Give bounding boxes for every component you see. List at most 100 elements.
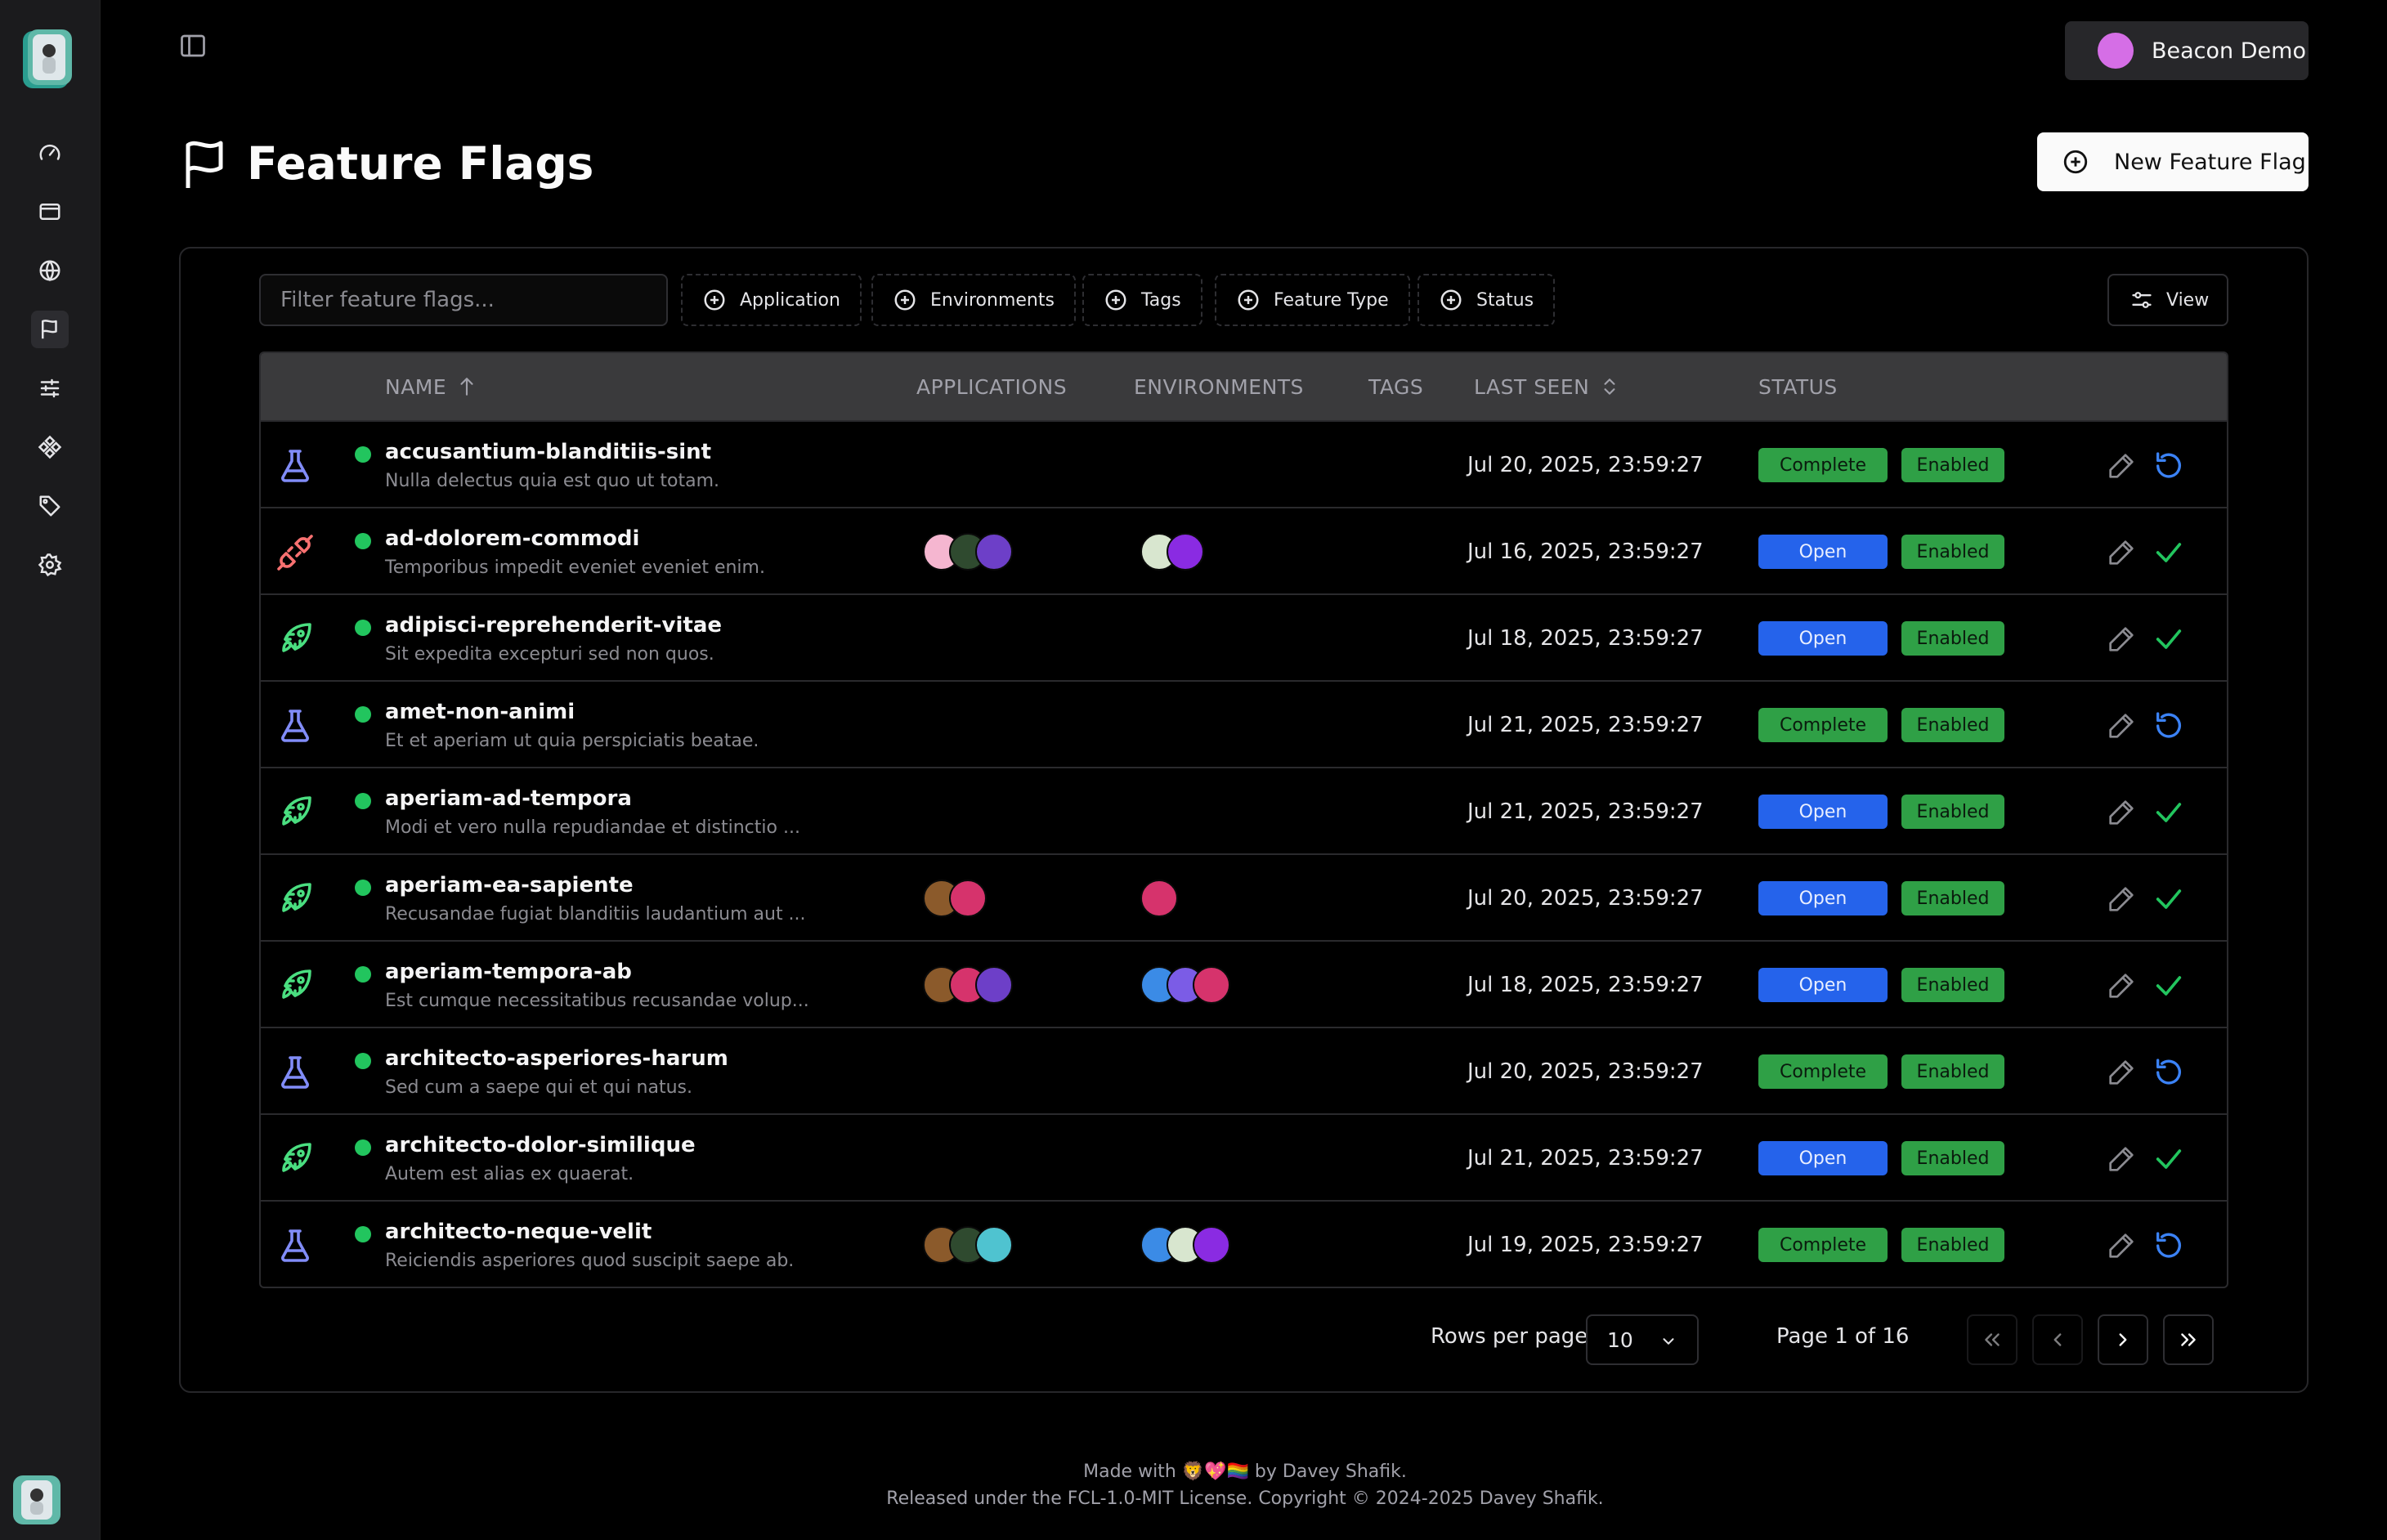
rocket-icon (282, 796, 311, 826)
flag-name[interactable]: aperiam-ea-sapiente (385, 873, 634, 898)
table-row[interactable]: aperiam-tempora-ab Est cumque necessitati… (261, 940, 2227, 1027)
flag-description: Et et aperiam ut quia perspiciatis beata… (385, 731, 759, 751)
check-icon[interactable] (2152, 883, 2185, 915)
application-avatar[interactable] (975, 533, 1013, 571)
nav-dashboard[interactable] (31, 134, 69, 172)
new-feature-flag-button[interactable]: New Feature Flag (2037, 132, 2309, 191)
check-icon[interactable] (2152, 1143, 2185, 1175)
filter-chip-feature-type[interactable]: Feature Type (1215, 274, 1410, 326)
flag-description: Modi et vero nulla repudiandae et distin… (385, 817, 800, 838)
check-icon[interactable] (2152, 969, 2185, 1002)
last-page-button[interactable] (2163, 1314, 2214, 1365)
nav-settings[interactable] (31, 546, 69, 584)
column-header-name[interactable]: NAME (385, 353, 476, 420)
flag-icon (186, 141, 223, 188)
rows-per-page-label: Rows per page (1431, 1324, 1588, 1349)
rotate-ccw-icon[interactable] (2152, 710, 2185, 742)
next-page-button[interactable] (2098, 1314, 2148, 1365)
first-page-button[interactable] (1967, 1314, 2018, 1365)
table-row[interactable]: architecto-neque-velit Reiciendis asperio… (261, 1200, 2227, 1287)
rows-per-page-select[interactable]: 10 (1586, 1314, 1699, 1365)
filter-chip-status[interactable]: Status (1417, 274, 1556, 326)
sidebar-toggle-button[interactable] (177, 29, 209, 62)
table-row[interactable]: aperiam-ad-tempora Modi et vero nulla rep… (261, 767, 2227, 853)
pencil-icon[interactable] (2105, 1143, 2138, 1175)
check-icon[interactable] (2152, 536, 2185, 569)
environment-avatar[interactable] (1140, 880, 1178, 917)
new-feature-flag-label: New Feature Flag (2114, 149, 2306, 175)
plus-circle-icon (1238, 289, 1259, 311)
nav-components[interactable] (31, 428, 69, 466)
app-logo[interactable] (21, 28, 75, 92)
enabled-badge: Enabled (1901, 708, 2004, 742)
last-seen: Jul 20, 2025, 23:59:27 (1467, 886, 1704, 911)
view-label: View (2166, 289, 2210, 311)
plus-circle-icon (894, 289, 916, 311)
pencil-icon[interactable] (2105, 969, 2138, 1002)
filter-chip-application[interactable]: Application (681, 274, 862, 326)
status-badge: Open (1758, 1141, 1888, 1175)
flag-name[interactable]: architecto-dolor-similique (385, 1133, 696, 1157)
application-avatar[interactable] (975, 966, 1013, 1004)
environment-avatar[interactable] (1193, 966, 1230, 1004)
status-badge: Open (1758, 621, 1888, 656)
pencil-icon[interactable] (2105, 796, 2138, 829)
flag-icon (42, 320, 57, 339)
nav-environments[interactable] (31, 252, 69, 289)
filter-chip-environments[interactable]: Environments (871, 274, 1076, 326)
environment-avatar[interactable] (1167, 533, 1204, 571)
flag-name[interactable]: ad-dolorem-commodi (385, 526, 639, 551)
nav-feature-flags[interactable] (31, 311, 69, 348)
table-row[interactable]: architecto-asperiores-harum Sed cum a sae… (261, 1027, 2227, 1113)
pencil-icon[interactable] (2105, 536, 2138, 569)
chevron-right-icon (2119, 1333, 2127, 1346)
active-indicator (355, 1139, 371, 1156)
active-indicator (355, 1053, 371, 1069)
rows-per-page-value: 10 (1607, 1327, 1633, 1352)
pencil-icon[interactable] (2105, 1056, 2138, 1089)
table-row[interactable]: ad-dolorem-commodi Temporibus impedit eve… (261, 507, 2227, 593)
enabled-badge: Enabled (1901, 795, 2004, 829)
flag-name[interactable]: aperiam-tempora-ab (385, 960, 632, 984)
table-row[interactable]: amet-non-animi Et et aperiam ut quia pers… (261, 680, 2227, 767)
table-row[interactable]: aperiam-ea-sapiente Recusandae fugiat bla… (261, 853, 2227, 940)
application-avatar[interactable] (949, 880, 987, 917)
column-header-last-seen[interactable]: LAST SEEN (1474, 353, 1619, 420)
environment-avatar[interactable] (1193, 1226, 1230, 1264)
flag-name[interactable]: architecto-neque-velit (385, 1220, 652, 1244)
previous-page-button[interactable] (2032, 1314, 2083, 1365)
check-icon[interactable] (2152, 623, 2185, 656)
last-seen: Jul 20, 2025, 23:59:27 (1467, 1059, 1704, 1084)
nav-applications[interactable] (31, 193, 69, 231)
nav-tags[interactable] (31, 487, 69, 525)
application-avatar[interactable] (975, 1226, 1013, 1264)
flag-description: Sed cum a saepe qui et qui natus. (385, 1077, 692, 1098)
table-row[interactable]: adipisci-reprehenderit-vitae Sit expedita… (261, 593, 2227, 680)
table-row[interactable]: accusantium-blanditiis-sint Nulla delectu… (261, 420, 2227, 507)
last-seen: Jul 18, 2025, 23:59:27 (1467, 626, 1704, 651)
flag-name[interactable]: aperiam-ad-tempora (385, 786, 632, 811)
filter-chip-tags[interactable]: Tags (1082, 274, 1202, 326)
rotate-ccw-icon[interactable] (2152, 1056, 2185, 1089)
nav-settings-sliders[interactable] (31, 369, 69, 407)
pencil-icon[interactable] (2105, 450, 2138, 482)
tag-icon (39, 495, 60, 517)
rotate-ccw-icon[interactable] (2152, 450, 2185, 482)
rotate-ccw-icon[interactable] (2152, 1229, 2185, 1262)
flag-name[interactable]: adipisci-reprehenderit-vitae (385, 613, 722, 638)
pencil-icon[interactable] (2105, 710, 2138, 742)
footer: Made with 🦁💖🏳️‍🌈 by Davey Shafik. Releas… (0, 1458, 2387, 1512)
pencil-icon[interactable] (2105, 883, 2138, 915)
filter-input[interactable] (259, 274, 668, 326)
active-indicator (355, 533, 371, 549)
pencil-icon[interactable] (2105, 623, 2138, 656)
account-switcher[interactable]: Beacon Demo (2065, 21, 2309, 80)
settings-sliders-icon (2132, 292, 2152, 308)
flag-name[interactable]: architecto-asperiores-harum (385, 1046, 728, 1071)
pencil-icon[interactable] (2105, 1229, 2138, 1262)
flag-name[interactable]: amet-non-animi (385, 700, 575, 724)
check-icon[interactable] (2152, 796, 2185, 829)
flag-name[interactable]: accusantium-blanditiis-sint (385, 440, 711, 464)
table-row[interactable]: architecto-dolor-similique Autem est alia… (261, 1113, 2227, 1200)
view-options-button[interactable]: View (2107, 274, 2228, 326)
